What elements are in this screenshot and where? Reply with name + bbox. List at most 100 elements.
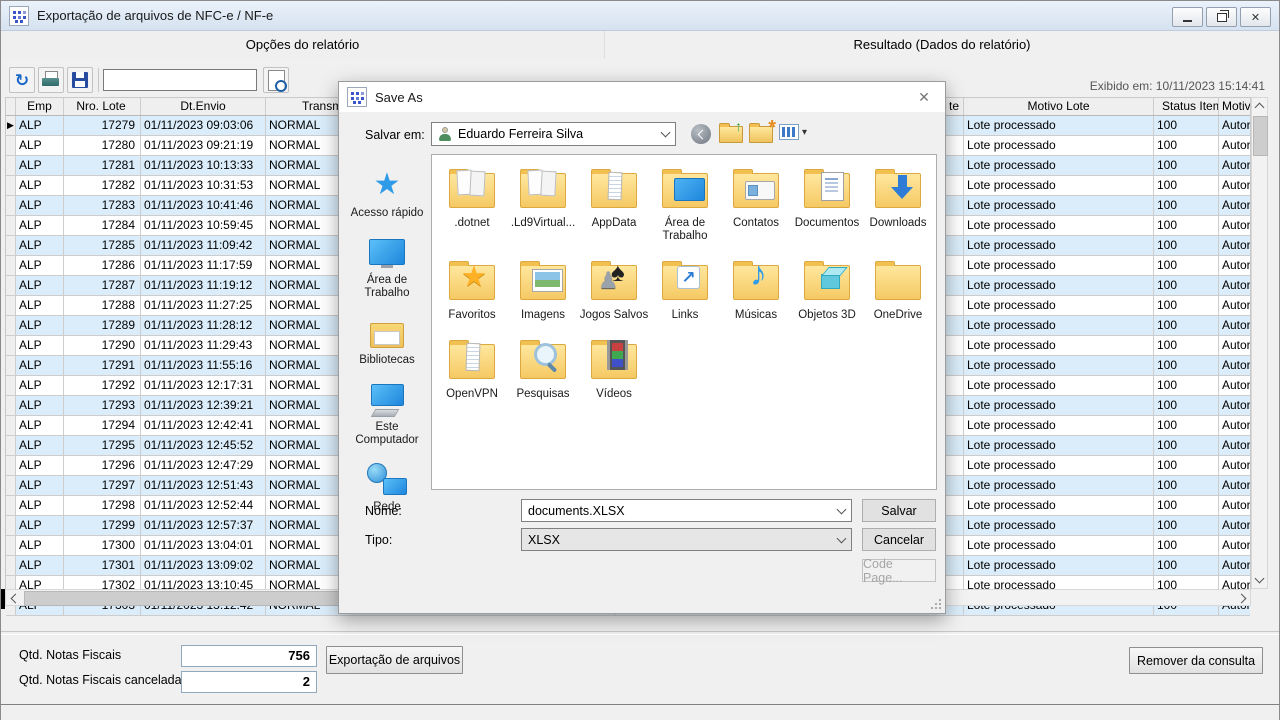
qtd-canceladas-label: Qtd. Notas Fiscais canceladas bbox=[19, 673, 188, 687]
up-one-level-button[interactable]: ↑ bbox=[719, 126, 743, 143]
file-list: .dotnet.Ld9Virtual...AppDataÁrea de Trab… bbox=[431, 154, 937, 490]
dialog-cancel-button[interactable]: Cancelar bbox=[862, 528, 936, 551]
restore-button[interactable] bbox=[1206, 7, 1237, 27]
col-status-item[interactable]: Status Item bbox=[1154, 98, 1219, 115]
table-cell: Autoriz bbox=[1219, 376, 1250, 395]
table-cell: 100 bbox=[1154, 116, 1219, 135]
folder-name: Downloads bbox=[863, 217, 933, 230]
folder-item[interactable]: Contatos bbox=[721, 165, 791, 243]
preview-button[interactable] bbox=[263, 67, 289, 93]
back-button[interactable] bbox=[691, 124, 711, 144]
folder-icon bbox=[652, 165, 718, 215]
table-cell: 17283 bbox=[64, 196, 141, 215]
table-cell: Autoriz bbox=[1219, 196, 1250, 215]
close-button[interactable]: ✕ bbox=[1240, 7, 1271, 27]
table-cell: 01/11/2023 12:51:43 bbox=[141, 476, 266, 495]
folder-icon bbox=[794, 257, 860, 307]
export-files-button[interactable]: Exportação de arquivos bbox=[326, 646, 463, 674]
folder-item[interactable]: OpenVPN bbox=[437, 336, 507, 401]
table-cell: Autoriz bbox=[1219, 276, 1250, 295]
table-cell: 100 bbox=[1154, 216, 1219, 235]
scroll-right-arrow[interactable] bbox=[1235, 590, 1250, 606]
folder-item[interactable]: ★ Favoritos bbox=[437, 257, 507, 322]
table-cell: 100 bbox=[1154, 396, 1219, 415]
table-cell: 100 bbox=[1154, 196, 1219, 215]
folder-item[interactable]: Vídeos bbox=[579, 336, 649, 401]
this-pc-icon bbox=[365, 382, 409, 418]
folder-item[interactable]: AppData bbox=[579, 165, 649, 243]
row-selector bbox=[6, 356, 16, 375]
folder-name: OneDrive bbox=[863, 309, 933, 322]
folder-item[interactable]: Imagens bbox=[508, 257, 578, 322]
remove-from-query-button[interactable]: Remover da consulta bbox=[1129, 647, 1263, 674]
col-motivo-item[interactable]: Motivo I bbox=[1219, 98, 1250, 115]
print-button[interactable] bbox=[38, 67, 64, 93]
col-dt-envio[interactable]: Dt.Envio bbox=[141, 98, 266, 115]
scroll-down-arrow[interactable] bbox=[1252, 572, 1267, 588]
folder-icon bbox=[439, 336, 505, 386]
scroll-left-arrow[interactable] bbox=[6, 590, 21, 606]
sidebar-item-this-pc[interactable]: Este Computador bbox=[345, 382, 429, 447]
tab-resultado[interactable]: Resultado (Dados do relatório) bbox=[605, 31, 1279, 59]
dialog-save-button[interactable]: Salvar bbox=[862, 499, 936, 522]
chevron-down-icon bbox=[837, 533, 847, 543]
table-cell: 01/11/2023 13:04:01 bbox=[141, 536, 266, 555]
table-cell: Lote processado bbox=[964, 416, 1154, 435]
folder-icon: ★ bbox=[439, 257, 505, 307]
col-nro-lote[interactable]: Nro. Lote bbox=[64, 98, 141, 115]
table-cell: 100 bbox=[1154, 256, 1219, 275]
tab-opcoes-relatorio[interactable]: Opções do relatório bbox=[1, 31, 605, 59]
col-emp[interactable]: Emp bbox=[16, 98, 64, 115]
folder-item[interactable]: Área de Trabalho bbox=[650, 165, 720, 243]
table-cell: 100 bbox=[1154, 436, 1219, 455]
table-cell: 01/11/2023 12:52:44 bbox=[141, 496, 266, 515]
sidebar-item-desktop[interactable]: Área de Trabalho bbox=[345, 235, 429, 300]
vertical-scrollbar[interactable] bbox=[1251, 97, 1268, 589]
table-cell: ALP bbox=[16, 476, 64, 495]
table-cell: 100 bbox=[1154, 136, 1219, 155]
table-cell: ALP bbox=[16, 376, 64, 395]
new-folder-button[interactable]: * bbox=[749, 126, 773, 143]
save-in-combobox[interactable]: Eduardo Ferreira Silva bbox=[431, 122, 676, 146]
folder-name: .dotnet bbox=[437, 217, 507, 230]
folder-item[interactable]: Pesquisas bbox=[508, 336, 578, 401]
folder-item[interactable]: ↗Links bbox=[650, 257, 720, 322]
table-cell: 01/11/2023 11:27:25 bbox=[141, 296, 266, 315]
table-cell: Lote processado bbox=[964, 536, 1154, 555]
folder-item[interactable]: Objetos 3D bbox=[792, 257, 862, 322]
sidebar-item-quick-access[interactable]: ★Acesso rápido bbox=[345, 168, 429, 220]
table-cell: Autoriz bbox=[1219, 296, 1250, 315]
file-type-combobox[interactable]: XLSX bbox=[521, 528, 852, 551]
table-cell: Lote processado bbox=[964, 336, 1154, 355]
table-cell: Lote processado bbox=[964, 316, 1154, 335]
folder-icon bbox=[510, 165, 576, 215]
new-folder-icon: * bbox=[749, 126, 773, 143]
sidebar-item-libraries[interactable]: Bibliotecas bbox=[345, 315, 429, 367]
table-cell: 17301 bbox=[64, 556, 141, 575]
col-motivo-lote[interactable]: Motivo Lote bbox=[964, 98, 1154, 115]
tab-bar: Opções do relatório Resultado (Dados do … bbox=[1, 31, 1279, 59]
file-name-combobox[interactable]: documents.XLSX bbox=[521, 499, 852, 522]
scroll-up-arrow[interactable] bbox=[1252, 98, 1267, 114]
folder-name: Favoritos bbox=[437, 309, 507, 322]
folder-item[interactable]: .Ld9Virtual... bbox=[508, 165, 578, 243]
table-cell: ALP bbox=[16, 456, 64, 475]
vertical-scroll-thumb[interactable] bbox=[1253, 116, 1268, 156]
folder-icon bbox=[581, 165, 647, 215]
table-cell: Autoriz bbox=[1219, 156, 1250, 175]
dialog-close-button[interactable]: ✕ bbox=[913, 87, 935, 107]
folder-item[interactable]: Downloads bbox=[863, 165, 933, 243]
folder-item[interactable]: .dotnet bbox=[437, 165, 507, 243]
minimize-button[interactable] bbox=[1172, 7, 1203, 27]
filter-input[interactable] bbox=[103, 69, 257, 91]
refresh-button[interactable]: ↻ bbox=[9, 67, 35, 93]
view-menu-button[interactable]: ▾ bbox=[779, 124, 807, 140]
save-button[interactable] bbox=[67, 67, 93, 93]
resize-grip[interactable] bbox=[931, 599, 941, 609]
folder-item[interactable]: ♪Músicas bbox=[721, 257, 791, 322]
folder-item[interactable]: ♠♟Jogos Salvos bbox=[579, 257, 649, 322]
folder-item[interactable]: OneDrive bbox=[863, 257, 933, 322]
save-in-value: Eduardo Ferreira Silva bbox=[458, 127, 662, 141]
save-as-dialog: Save As ✕ Salvar em: Eduardo Ferreira Si… bbox=[338, 81, 946, 614]
folder-item[interactable]: Documentos bbox=[792, 165, 862, 243]
